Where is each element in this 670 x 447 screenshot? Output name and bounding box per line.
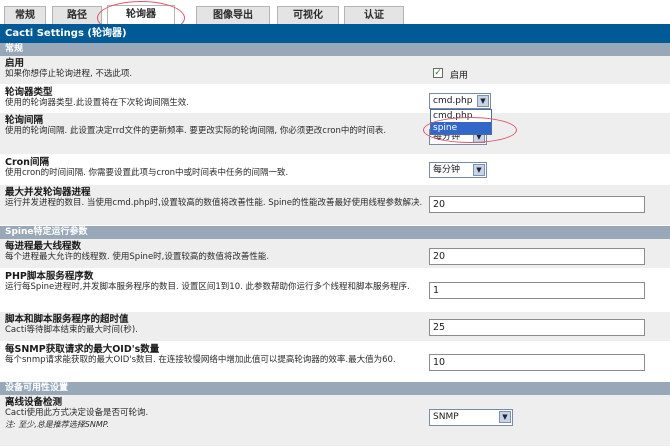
poller-type-select[interactable]: cmd.php ▼ bbox=[429, 93, 491, 109]
row-description: 运行每Spine进程时,并发脚本服务程序的数目. 设置区间1到10. 此参数帮助… bbox=[5, 282, 410, 292]
page-title: Cacti Settings (轮询器) bbox=[0, 24, 670, 43]
chevron-down-icon[interactable]: ▼ bbox=[499, 411, 511, 423]
chevron-down-icon[interactable]: ▼ bbox=[473, 164, 485, 176]
script-timeout-input[interactable]: 25 bbox=[429, 319, 645, 336]
enable-checkbox-label: 启用 bbox=[450, 71, 469, 81]
downed-detection-select[interactable]: SNMP ▼ bbox=[429, 409, 513, 426]
max-oids-input[interactable]: 10 bbox=[429, 354, 645, 371]
row-label: 每SNMP获取请求的最大OID's数量 bbox=[5, 344, 160, 355]
row-label: 轮询器类型 bbox=[5, 87, 53, 98]
dropdown-annotation-circle bbox=[423, 117, 517, 143]
select-value: cmd.php bbox=[433, 96, 473, 106]
row-label: 最大并发轮询器进程 bbox=[5, 187, 91, 198]
tab-bar: 常规 路径 轮询器 图像导出 可视化 认证 bbox=[0, 0, 670, 35]
row-poller-interval: 轮询间隔 使用的轮询间隔. 此设置决定rrd文件的更新频率. 要更改实际的轮询间… bbox=[0, 113, 670, 155]
row-script-timeout: 脚本和脚本服务程序的超时值 Cacti等待脚本结束的最大时间(秒). 25 bbox=[0, 312, 670, 342]
max-processes-input[interactable]: 20 bbox=[429, 196, 645, 213]
threads-input[interactable]: 20 bbox=[429, 248, 645, 265]
tab-general[interactable]: 常规 bbox=[4, 6, 46, 24]
row-description: 运行并发进程的数目. 当使用cmd.php时,设置较高的数值将改善性能. Spi… bbox=[5, 198, 423, 208]
row-description: 使用的轮询间隔. 此设置决定rrd文件的更新频率. 要更改实际的轮询间隔, 你必… bbox=[5, 126, 387, 136]
enable-checkbox[interactable]: ✓ bbox=[433, 68, 443, 78]
section-header-spine: Spine特定运行参数 bbox=[0, 226, 670, 239]
row-label: 脚本和脚本服务程序的超时值 bbox=[5, 314, 129, 325]
row-description: 使用的轮询器类型.此设置将在下次轮询间隔生效. bbox=[5, 98, 189, 108]
row-max-processes: 最大并发轮询器进程 运行并发进程的数目. 当使用cmd.php时,设置较高的数值… bbox=[0, 185, 670, 226]
select-value: 每分钟 bbox=[433, 165, 461, 175]
row-label: 每进程最大线程数 bbox=[5, 241, 82, 252]
select-value: SNMP bbox=[433, 412, 459, 422]
section-header-general: 常规 bbox=[0, 43, 670, 56]
row-description: Cacti使用此方式决定设备是否可轮询. bbox=[5, 408, 149, 418]
section-header-availability: 设备可用性设置 bbox=[0, 382, 670, 395]
chevron-down-icon[interactable]: ▼ bbox=[477, 95, 489, 107]
row-threads: 每进程最大线程数 每个进程最大允许的线程数. 使用Spine时,设置较高的数值将… bbox=[0, 239, 670, 269]
row-enable: 启用 如果你想停止轮询进程, 不选此项. ✓ 启用 bbox=[0, 56, 670, 85]
row-label: 轮询间隔 bbox=[5, 115, 44, 126]
row-label: 离线设备检测 bbox=[5, 397, 63, 408]
row-description: 每个进程最大允许的线程数. 使用Spine时,设置较高的数值将改善性能. bbox=[5, 252, 270, 262]
row-description: 使用cron的时间间隔. 你需要设置此项与cron中或时间表中任务的间隔一致. bbox=[5, 168, 289, 178]
row-description: 如果你想停止轮询进程, 不选此项. bbox=[5, 69, 133, 79]
row-description: Cacti等待脚本结束的最大时间(秒). bbox=[5, 325, 138, 335]
row-label: PHP脚本服务程序数 bbox=[5, 271, 94, 282]
row-downed-detection: 离线设备检测 Cacti使用此方式决定设备是否可轮询. 注: 至少,总是推荐选择… bbox=[0, 395, 670, 447]
php-servers-input[interactable]: 1 bbox=[429, 282, 645, 299]
cron-interval-select[interactable]: 每分钟 ▼ bbox=[429, 162, 487, 178]
row-cron-interval: Cron间隔 使用cron的时间间隔. 你需要设置此项与cron中或时间表中任务… bbox=[0, 155, 670, 185]
tab-authentication[interactable]: 认证 bbox=[344, 6, 404, 24]
row-php-servers: PHP脚本服务程序数 运行每Spine进程时,并发脚本服务程序的数目. 设置区间… bbox=[0, 269, 670, 312]
row-description: 每个snmp请求能获取的最大OID's数目. 在连接较慢网络中增加此值可以提高轮… bbox=[5, 355, 396, 365]
row-poller-type: 轮询器类型 使用的轮询器类型.此设置将在下次轮询间隔生效. cmd.php ▼ bbox=[0, 85, 670, 113]
row-label: Cron间隔 bbox=[5, 157, 49, 168]
tab-visual[interactable]: 可视化 bbox=[277, 6, 339, 24]
row-note: 注: 至少,总是推荐选择SNMP. bbox=[5, 420, 110, 429]
tab-paths[interactable]: 路径 bbox=[52, 6, 102, 24]
tab-graph-export[interactable]: 图像导出 bbox=[196, 6, 270, 24]
row-max-oids: 每SNMP获取请求的最大OID's数量 每个snmp请求能获取的最大OID's数… bbox=[0, 342, 670, 382]
row-label: 启用 bbox=[5, 58, 25, 69]
